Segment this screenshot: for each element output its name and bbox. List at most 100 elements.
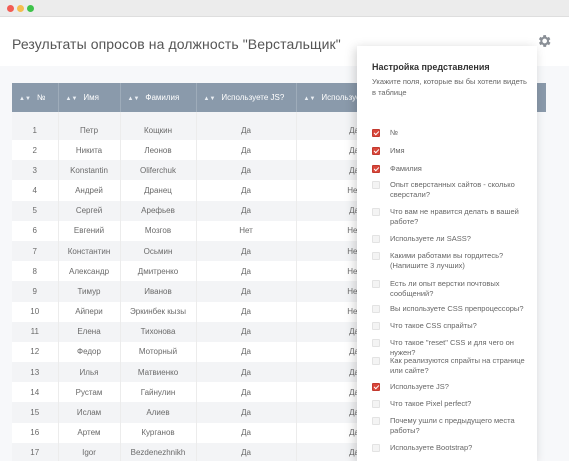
column-option[interactable]: Что такое Pixel perfect?: [372, 399, 537, 409]
table-row[interactable]: 16 Артем Курганов Да Да: [12, 422, 362, 443]
column-option[interactable]: Почему ушли с предыдущего места работы?: [372, 416, 537, 436]
table-row[interactable]: 8 Александр Дмитренко Да Нет: [12, 261, 362, 282]
checkbox-checked[interactable]: [372, 165, 380, 173]
column-option[interactable]: Что вам не нравится делать в вашей работ…: [372, 207, 537, 227]
table-cell: Федор: [58, 341, 121, 363]
table-cell: Моторный: [120, 341, 197, 363]
table-cell: 9: [12, 281, 59, 302]
column-option-label: Фамилия: [390, 164, 422, 173]
table-row[interactable]: 4 Андрей Дранец Да Нет: [12, 180, 362, 201]
results-table-container: ▲▼ № ▲▼ Имя ▲▼ Фамилия ▲▼ Используете JS? ▲▼ Испо…: [12, 83, 362, 461]
checkbox-unchecked[interactable]: [372, 181, 380, 189]
checkbox-unchecked[interactable]: [372, 235, 380, 243]
column-header-2[interactable]: ▲▼ Фамилия: [120, 83, 197, 112]
table-header-row: ▲▼ № ▲▼ Имя ▲▼ Фамилия ▲▼ Используете JS? ▲▼ Испо…: [12, 83, 362, 112]
table-cell: Матвиенко: [120, 362, 197, 383]
results-table: ▲▼ № ▲▼ Имя ▲▼ Фамилия ▲▼ Используете JS? ▲▼ Испо…: [12, 83, 362, 461]
table-cell: Дранец: [120, 180, 197, 201]
table-cell: Да: [196, 160, 297, 181]
checkbox-unchecked[interactable]: [372, 400, 380, 408]
page-title: Результаты опросов на должность "Верстал…: [12, 36, 341, 52]
column-option[interactable]: Вы используете CSS препроцессоры?: [372, 304, 537, 314]
table-cell: 6: [12, 220, 59, 241]
table-row[interactable]: 3 Konstantin Oliferchuk Да Да: [12, 160, 362, 181]
checkbox-unchecked[interactable]: [372, 322, 380, 330]
table-row[interactable]: 11 Елена Тихонова Да Да: [12, 321, 362, 342]
checkbox-unchecked[interactable]: [372, 357, 380, 365]
column-header-4[interactable]: ▲▼ Используете AJA: [296, 83, 362, 112]
table-cell: Елена: [58, 321, 121, 342]
table-cell: Oliferchuk: [120, 160, 197, 181]
column-option[interactable]: Как реализуются спрайты на странице или …: [372, 356, 537, 376]
table-cell: Мозгов: [120, 220, 197, 241]
minimize-window-button[interactable]: [17, 5, 24, 12]
checkbox-unchecked[interactable]: [372, 305, 380, 313]
table-row[interactable]: 13 Илья Матвиенко Да Да: [12, 362, 362, 383]
column-option[interactable]: Используете ли SASS?: [372, 234, 537, 244]
table-row[interactable]: 10 Айпери Эркинбек кызы Да Нет: [12, 301, 362, 322]
table-cell: Да: [196, 140, 297, 161]
table-cell: Константин: [58, 240, 121, 262]
table-cell: Петр: [58, 112, 121, 140]
checkbox-unchecked[interactable]: [372, 417, 380, 425]
column-header-3[interactable]: ▲▼ Используете JS?: [196, 83, 297, 112]
table-row[interactable]: 15 Ислам Алиев Да Да: [12, 402, 362, 423]
checkbox-checked[interactable]: [372, 129, 380, 137]
table-row[interactable]: 9 Тимур Иванов Да Нет: [12, 281, 362, 302]
column-option[interactable]: Какими работами вы гордитесь? (Напишите …: [372, 251, 537, 271]
column-option[interactable]: Имя: [372, 146, 537, 156]
table-cell: 1: [12, 112, 59, 140]
table-row[interactable]: 6 Евгений Мозгов Нет Нет: [12, 220, 362, 241]
table-cell: Konstantin: [58, 160, 121, 181]
column-option[interactable]: Используете Bootstrap?: [372, 443, 537, 453]
table-cell: 8: [12, 261, 59, 282]
column-option-label: Почему ушли с предыдущего места работы?: [390, 416, 515, 435]
checkbox-unchecked[interactable]: [372, 444, 380, 452]
checkbox-checked[interactable]: [372, 383, 380, 391]
checkbox-unchecked[interactable]: [372, 280, 380, 288]
column-option[interactable]: №: [372, 128, 537, 138]
table-row[interactable]: 5 Сергей Арефьев Да Да: [12, 200, 362, 221]
column-option[interactable]: Что такое CSS спрайты?: [372, 321, 537, 331]
table-row[interactable]: 17 Igor Bezdenezhnikh Да Да: [12, 442, 362, 461]
checkbox-unchecked[interactable]: [372, 252, 380, 260]
column-option-label: Имя: [390, 146, 405, 155]
checkbox-unchecked[interactable]: [372, 339, 380, 347]
table-cell: Курганов: [120, 422, 197, 443]
column-option-label: Как реализуются спрайты на странице или …: [390, 356, 525, 375]
table-row[interactable]: 1 Петр Кощкин Да Да: [12, 112, 362, 140]
table-row[interactable]: 12 Федор Моторный Да Да: [12, 341, 362, 363]
column-option[interactable]: Фамилия: [372, 164, 537, 174]
column-option[interactable]: Есть ли опыт верстки почтовых сообщений?: [372, 279, 537, 299]
column-option[interactable]: Опыт сверстанных сайтов - сколько сверст…: [372, 180, 537, 200]
table-row[interactable]: 7 Константин Осьмин Да Нет: [12, 240, 362, 262]
window-titlebar: [0, 0, 569, 17]
checkbox-checked[interactable]: [372, 147, 380, 155]
column-option-label: Что вам не нравится делать в вашей работ…: [390, 207, 519, 226]
sort-arrows-icon: ▲▼: [127, 96, 140, 102]
table-row[interactable]: 2 Никита Леонов Да Да: [12, 140, 362, 161]
column-header-0[interactable]: ▲▼ №: [12, 83, 59, 112]
table-cell: Нет: [296, 261, 362, 282]
column-option[interactable]: Используете JS?: [372, 382, 537, 392]
table-header-edge: [536, 83, 546, 112]
table-cell: Да: [296, 341, 362, 363]
gear-icon[interactable]: [536, 33, 552, 49]
table-row[interactable]: 14 Рустам Гайнулин Да Да: [12, 382, 362, 403]
column-header-1[interactable]: ▲▼ Имя: [58, 83, 121, 112]
table-cell: 16: [12, 422, 59, 443]
table-cell: Да: [196, 180, 297, 201]
table-cell: Леонов: [120, 140, 197, 161]
column-header-label: Фамилия: [145, 93, 180, 102]
table-cell: Да: [196, 240, 297, 262]
table-cell: Да: [196, 362, 297, 383]
table-cell: 3: [12, 160, 59, 181]
maximize-window-button[interactable]: [27, 5, 34, 12]
table-cell: Да: [196, 341, 297, 363]
table-cell: Сергей: [58, 200, 121, 221]
checkbox-unchecked[interactable]: [372, 208, 380, 216]
table-cell: 4: [12, 180, 59, 201]
close-window-button[interactable]: [7, 5, 14, 12]
column-option[interactable]: Что такое "reset" CSS и для чего он нуже…: [372, 338, 537, 358]
table-cell: Андрей: [58, 180, 121, 201]
